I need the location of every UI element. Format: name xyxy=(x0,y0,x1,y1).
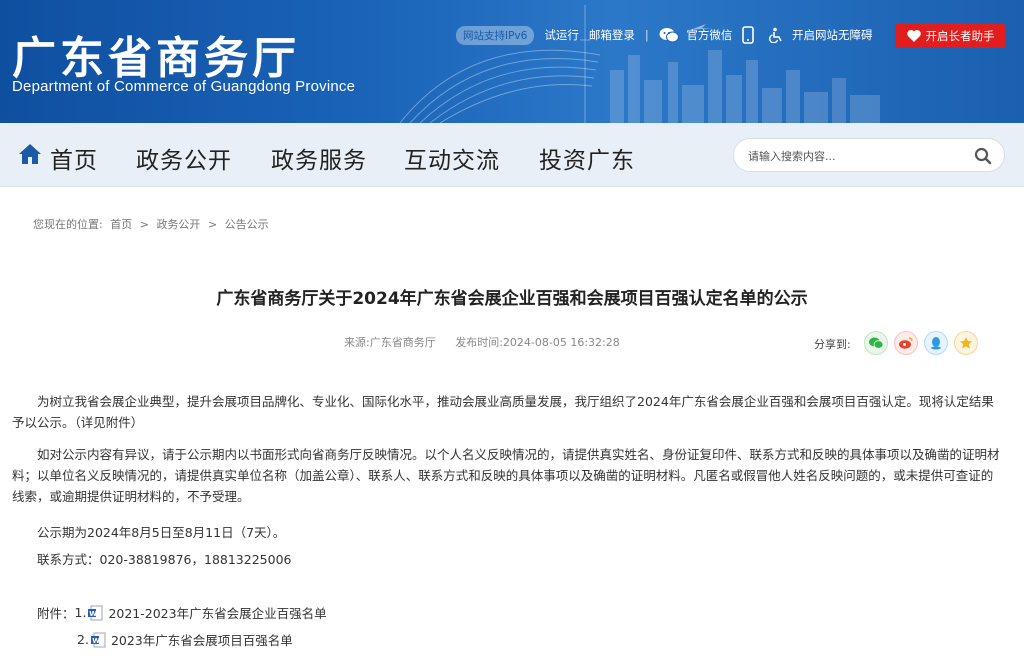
attachment-link-enterprises[interactable]: 2021-2023年广东省会展企业百强名单 xyxy=(108,603,326,622)
nav-item-government-services[interactable]: 政务服务 xyxy=(271,141,367,175)
svg-text:W: W xyxy=(90,609,98,617)
qzone-star-icon xyxy=(960,337,972,349)
word-document-icon: W xyxy=(90,632,106,647)
nav-item-home[interactable]: 首页 xyxy=(50,141,98,175)
header-banner: 广东省商务厅 Department of Commerce of Guangdo… xyxy=(0,0,1024,123)
svg-text:W: W xyxy=(92,636,100,644)
attachment-link-projects[interactable]: 2023年广东省会展项目百强名单 xyxy=(111,630,293,649)
word-document-icon: W xyxy=(88,605,103,620)
mail-login-label: 邮箱登录 xyxy=(588,28,635,42)
wechat-icon xyxy=(869,337,884,349)
qq-icon xyxy=(931,337,941,350)
site-title[interactable]: 广东省商务厅 xyxy=(12,22,300,86)
elder-heart-icon xyxy=(906,30,921,42)
share-weibo-button[interactable] xyxy=(894,331,918,355)
wechat-icon xyxy=(659,28,679,43)
accessibility-label: 开启网站无障碍 xyxy=(792,27,873,42)
weibo-icon xyxy=(899,337,913,349)
site-subtitle: Department of Commerce of Guangdong Prov… xyxy=(12,78,356,95)
share-qq-button[interactable] xyxy=(924,331,948,355)
accessibility-icon xyxy=(769,27,783,44)
attachment-index: 1. xyxy=(74,605,87,620)
article-paragraph-contact: 联系方式：020-38819876，18813225006 xyxy=(37,552,292,567)
wechat-label: 官方微信 xyxy=(686,27,733,42)
divider: | xyxy=(644,28,649,42)
share-qzone-button[interactable] xyxy=(954,331,978,355)
mobile-phone-icon xyxy=(742,26,755,44)
nav-item-government-affairs[interactable]: 政务公开 xyxy=(136,141,232,175)
breadcrumb: 您现在的位置: 首页 > 政务公开 > 公告公示 xyxy=(33,216,273,232)
wechat-link[interactable]: 官方微信 xyxy=(659,27,733,44)
nav-item-invest-guangdong[interactable]: 投资广东 xyxy=(539,141,635,175)
search-icon[interactable] xyxy=(974,147,992,165)
attachments-label: 附件： xyxy=(37,606,75,621)
breadcrumb-announcements[interactable]: 公告公示 xyxy=(225,218,269,231)
share-label: 分享到: xyxy=(814,338,851,351)
breadcrumb-separator: > xyxy=(207,218,218,231)
attachment-index: 2. xyxy=(77,632,89,647)
article-paragraph-objection: 如对公示内容有异议，请于公示期内以书面形式向省商务厅反映情况。以个人名义反映情况… xyxy=(12,447,1000,504)
ipv6-badge: 网站支持IPv6 xyxy=(456,25,535,45)
nav-item-interaction[interactable]: 互动交流 xyxy=(404,141,500,175)
article-meta: 来源:广东省商务厅 发布时间:2024-08-05 16:32:28 xyxy=(344,334,636,350)
breadcrumb-prefix: 您现在的位置: xyxy=(33,218,103,231)
breadcrumb-government-affairs[interactable]: 政务公开 xyxy=(156,218,200,231)
breadcrumb-separator: > xyxy=(139,218,149,231)
home-icon[interactable] xyxy=(18,142,42,166)
article-paragraph-intro: 为树立我省会展企业典型，提升会展项目品牌化、专业化、国际化水平，推动会展业高质量… xyxy=(12,394,994,430)
article-source: 来源:广东省商务厅 xyxy=(344,336,436,349)
article-publish-time: 发布时间:2024-08-05 16:32:28 xyxy=(455,336,620,349)
attachment-item: 2. W 2023年广东省会展项目百强名单 xyxy=(77,630,293,649)
search-box xyxy=(733,138,1005,172)
attachment-item: 附件： 1. W 2021-2023年广东省会展企业百强名单 xyxy=(37,603,327,622)
mobile-link[interactable] xyxy=(742,26,758,44)
top-links-bar: 网站支持IPv6 试运行 邮箱登录 | 官方微信 开启网站无障碍 xyxy=(456,24,883,46)
accessibility-link[interactable]: 开启网站无障碍 xyxy=(768,27,873,44)
article-paragraph-period: 公示期为2024年8月5日至8月11日（7天）。 xyxy=(37,525,286,540)
search-input[interactable] xyxy=(748,147,958,165)
elder-assistant-button[interactable]: 开启长者助手 xyxy=(895,24,1005,48)
mail-login-link[interactable]: 邮箱登录 xyxy=(589,27,635,43)
breadcrumb-home[interactable]: 首页 xyxy=(110,218,132,231)
share-wechat-button[interactable] xyxy=(864,331,888,355)
article-title: 广东省商务厅关于2024年广东省会展企业百强和会展项目百强认定名单的公示 xyxy=(216,289,808,309)
trial-run-link[interactable]: 试运行 xyxy=(544,27,579,43)
elder-assistant-label: 开启长者助手 xyxy=(925,29,995,43)
